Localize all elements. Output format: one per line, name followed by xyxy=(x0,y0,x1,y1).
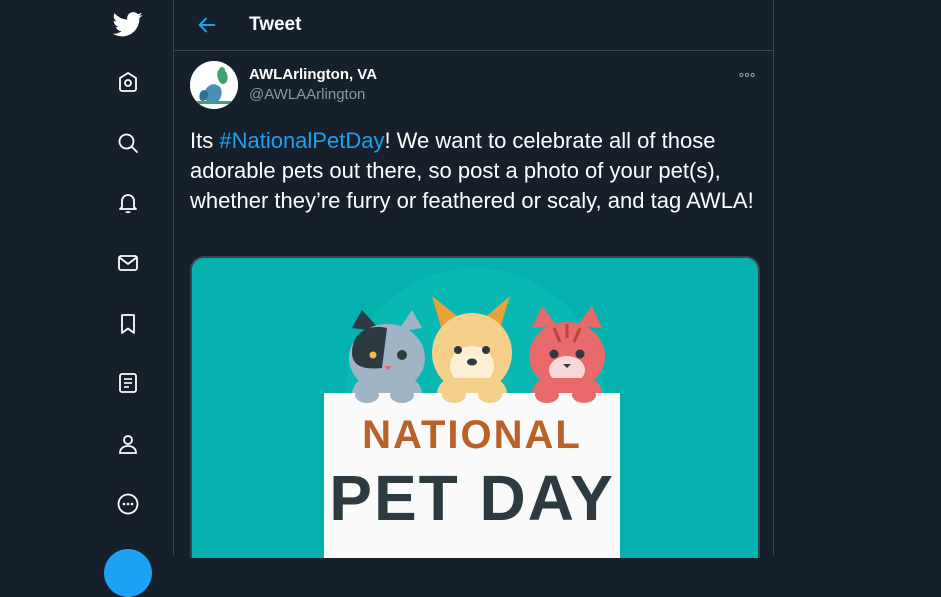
ellipsis-icon[interactable] xyxy=(736,66,758,84)
tweet-text: Its #NationalPetDay! We want to celebrat… xyxy=(190,126,755,216)
messages-icon[interactable] xyxy=(108,243,148,283)
hashtag-link[interactable]: #NationalPetDay xyxy=(219,128,384,153)
tweet-media-image[interactable]: NATIONAL PET DAY xyxy=(190,256,760,558)
compose-button[interactable] xyxy=(104,549,152,597)
explore-icon[interactable] xyxy=(108,123,148,163)
arrow-left-icon[interactable] xyxy=(192,10,222,40)
twitter-logo-icon[interactable] xyxy=(108,4,148,44)
main-column: Tweet AWLArlington, VA @AWLAArlington It… xyxy=(173,0,774,558)
bookmarks-icon[interactable] xyxy=(108,304,148,344)
lists-icon[interactable] xyxy=(108,363,148,403)
display-name[interactable]: AWLArlington, VA xyxy=(249,66,377,84)
tweet-text-start: Its xyxy=(190,128,220,153)
user-handle[interactable]: @AWLAArlington xyxy=(249,86,365,104)
page-header: Tweet xyxy=(174,0,773,51)
page-title: Tweet xyxy=(249,14,302,35)
sidebar-nav xyxy=(0,0,173,597)
media-text-national: NATIONAL xyxy=(362,413,582,457)
profile-icon[interactable] xyxy=(108,424,148,464)
notifications-icon[interactable] xyxy=(108,183,148,223)
media-text-pet-day: PET DAY xyxy=(329,462,615,534)
home-icon[interactable] xyxy=(108,62,148,102)
avatar[interactable] xyxy=(190,61,238,109)
more-icon[interactable] xyxy=(108,484,148,524)
